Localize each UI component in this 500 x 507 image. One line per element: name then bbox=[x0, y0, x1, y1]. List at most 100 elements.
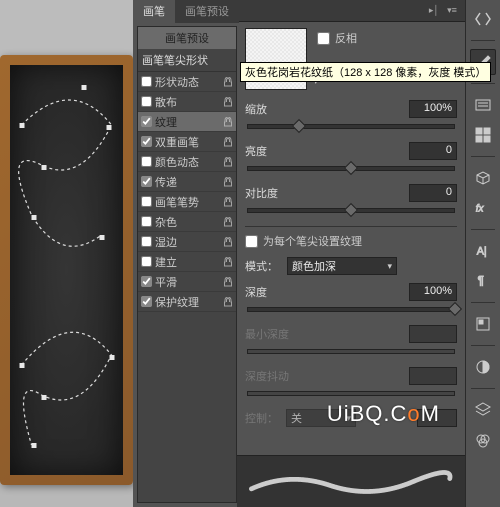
expand-panels-icon[interactable] bbox=[470, 6, 496, 32]
chalkboard bbox=[10, 65, 123, 475]
list-row[interactable]: 纹理 bbox=[138, 112, 236, 132]
brush-panel: 画笔 画笔预设 ▸│ ▾≡ 画笔预设 画笔笔尖形状 形状动态散布纹理双重画笔颜色… bbox=[133, 0, 465, 507]
list-row-checkbox[interactable] bbox=[141, 76, 152, 87]
list-row-label: 建立 bbox=[155, 254, 223, 270]
tab-brush-preset[interactable]: 画笔预设 bbox=[175, 0, 239, 23]
list-row-label: 形状动态 bbox=[155, 74, 223, 90]
list-row-label: 杂色 bbox=[155, 214, 223, 230]
lock-icon[interactable] bbox=[223, 277, 233, 287]
paragraph-icon[interactable]: ¶ bbox=[470, 268, 496, 294]
texture-settings-area: 反相 缩放 100% 亮度 0 对比度 0 bbox=[237, 22, 465, 507]
svg-text:¶: ¶ bbox=[478, 275, 484, 288]
list-row-checkbox[interactable] bbox=[141, 236, 152, 247]
styles-icon[interactable] bbox=[470, 311, 496, 337]
lock-icon[interactable] bbox=[223, 237, 233, 247]
list-row-checkbox[interactable] bbox=[141, 276, 152, 287]
fx-icon[interactable]: fx bbox=[470, 195, 496, 221]
list-row[interactable]: 形状动态 bbox=[138, 72, 236, 92]
contrast-slider[interactable] bbox=[247, 204, 455, 216]
list-row[interactable]: 杂色 bbox=[138, 212, 236, 232]
brush-tip-shape-row[interactable]: 画笔笔尖形状 bbox=[138, 49, 236, 72]
panel-menu-icon[interactable]: ▾≡ bbox=[445, 4, 459, 18]
layers-panel-icon[interactable] bbox=[470, 397, 496, 423]
scale-value[interactable]: 100% bbox=[409, 100, 457, 118]
min-depth-value bbox=[409, 325, 457, 343]
list-row[interactable]: 传递 bbox=[138, 172, 236, 192]
lock-icon[interactable] bbox=[223, 137, 233, 147]
brightness-value[interactable]: 0 bbox=[409, 142, 457, 160]
list-row-label: 双重画笔 bbox=[155, 134, 223, 150]
list-row-checkbox[interactable] bbox=[141, 156, 152, 167]
list-row[interactable]: 平滑 bbox=[138, 272, 236, 292]
list-row-label: 散布 bbox=[155, 94, 223, 110]
lock-icon[interactable] bbox=[223, 117, 233, 127]
lock-icon[interactable] bbox=[223, 177, 233, 187]
svg-text:fx: fx bbox=[476, 204, 485, 215]
min-depth-label: 最小深度 bbox=[245, 326, 305, 342]
brightness-slider[interactable] bbox=[247, 162, 455, 174]
list-row-checkbox[interactable] bbox=[141, 176, 152, 187]
min-depth-slider bbox=[247, 345, 455, 357]
list-row-checkbox[interactable] bbox=[141, 116, 152, 127]
list-row-label: 画笔笔势 bbox=[155, 194, 223, 210]
contrast-label: 对比度 bbox=[245, 185, 305, 201]
lock-icon[interactable] bbox=[223, 257, 233, 267]
mode-combo[interactable]: 颜色加深 bbox=[287, 257, 397, 275]
scale-label: 缩放 bbox=[245, 101, 305, 117]
character-icon[interactable]: A| bbox=[470, 238, 496, 264]
brush-presets-button[interactable]: 画笔预设 bbox=[138, 27, 236, 49]
invert-label: 反相 bbox=[335, 30, 357, 46]
list-row-label: 平滑 bbox=[155, 274, 223, 290]
invert-checkbox[interactable] bbox=[317, 32, 330, 45]
texture-tooltip: 灰色花岗岩花纹纸（128 x 128 像素，灰度 模式） bbox=[240, 62, 491, 82]
list-row-label: 保护纹理 bbox=[155, 294, 223, 310]
invert-checkbox-row[interactable]: 反相 bbox=[317, 28, 357, 46]
list-row[interactable]: 双重画笔 bbox=[138, 132, 236, 152]
scale-slider[interactable] bbox=[247, 120, 455, 132]
list-row-label: 湿边 bbox=[155, 234, 223, 250]
swatches-icon[interactable] bbox=[470, 122, 496, 148]
list-row-checkbox[interactable] bbox=[141, 96, 152, 107]
adjustments-icon[interactable] bbox=[470, 354, 496, 380]
3d-icon[interactable] bbox=[470, 165, 496, 191]
depth-jitter-value bbox=[409, 367, 457, 385]
each-tip-checkbox[interactable] bbox=[245, 235, 258, 248]
list-row[interactable]: 建立 bbox=[138, 252, 236, 272]
depth-slider[interactable] bbox=[247, 303, 455, 315]
canvas-background bbox=[0, 0, 140, 480]
list-row[interactable]: 湿边 bbox=[138, 232, 236, 252]
lock-icon[interactable] bbox=[223, 97, 233, 107]
depth-jitter-slider bbox=[247, 387, 455, 399]
lock-icon[interactable] bbox=[223, 77, 233, 87]
mode-label: 模式： bbox=[245, 258, 287, 274]
layers-icon[interactable] bbox=[470, 92, 496, 118]
list-row[interactable]: 保护纹理 bbox=[138, 292, 236, 312]
tab-brush[interactable]: 画笔 bbox=[133, 0, 175, 23]
list-row[interactable]: 画笔笔势 bbox=[138, 192, 236, 212]
contrast-value[interactable]: 0 bbox=[409, 184, 457, 202]
chalkboard-frame bbox=[0, 55, 133, 485]
list-row-checkbox[interactable] bbox=[141, 196, 152, 207]
lock-icon[interactable] bbox=[223, 157, 233, 167]
lock-icon[interactable] bbox=[223, 297, 233, 307]
lock-icon[interactable] bbox=[223, 217, 233, 227]
lock-icon[interactable] bbox=[223, 197, 233, 207]
list-row-checkbox[interactable] bbox=[141, 136, 152, 147]
depth-value[interactable]: 100% bbox=[409, 283, 457, 301]
list-row-label: 传递 bbox=[155, 174, 223, 190]
list-row-label: 纹理 bbox=[155, 114, 223, 130]
each-tip-label: 为每个笔尖设置纹理 bbox=[263, 233, 362, 249]
list-row-checkbox[interactable] bbox=[141, 216, 152, 227]
list-row-checkbox[interactable] bbox=[141, 296, 152, 307]
svg-text:A|: A| bbox=[477, 246, 487, 258]
watermark: UiBQ.CoM bbox=[327, 401, 440, 427]
brightness-label: 亮度 bbox=[245, 143, 305, 159]
list-row[interactable]: 颜色动态 bbox=[138, 152, 236, 172]
list-row[interactable]: 散布 bbox=[138, 92, 236, 112]
panel-collapse-icon[interactable]: ▸│ bbox=[427, 4, 441, 18]
each-tip-checkbox-row[interactable]: 为每个笔尖设置纹理 bbox=[245, 233, 457, 249]
channels-icon[interactable] bbox=[470, 427, 496, 453]
depth-label: 深度 bbox=[245, 284, 305, 300]
list-row-checkbox[interactable] bbox=[141, 256, 152, 267]
panel-tabs: 画笔 画笔预设 ▸│ ▾≡ bbox=[133, 0, 465, 22]
